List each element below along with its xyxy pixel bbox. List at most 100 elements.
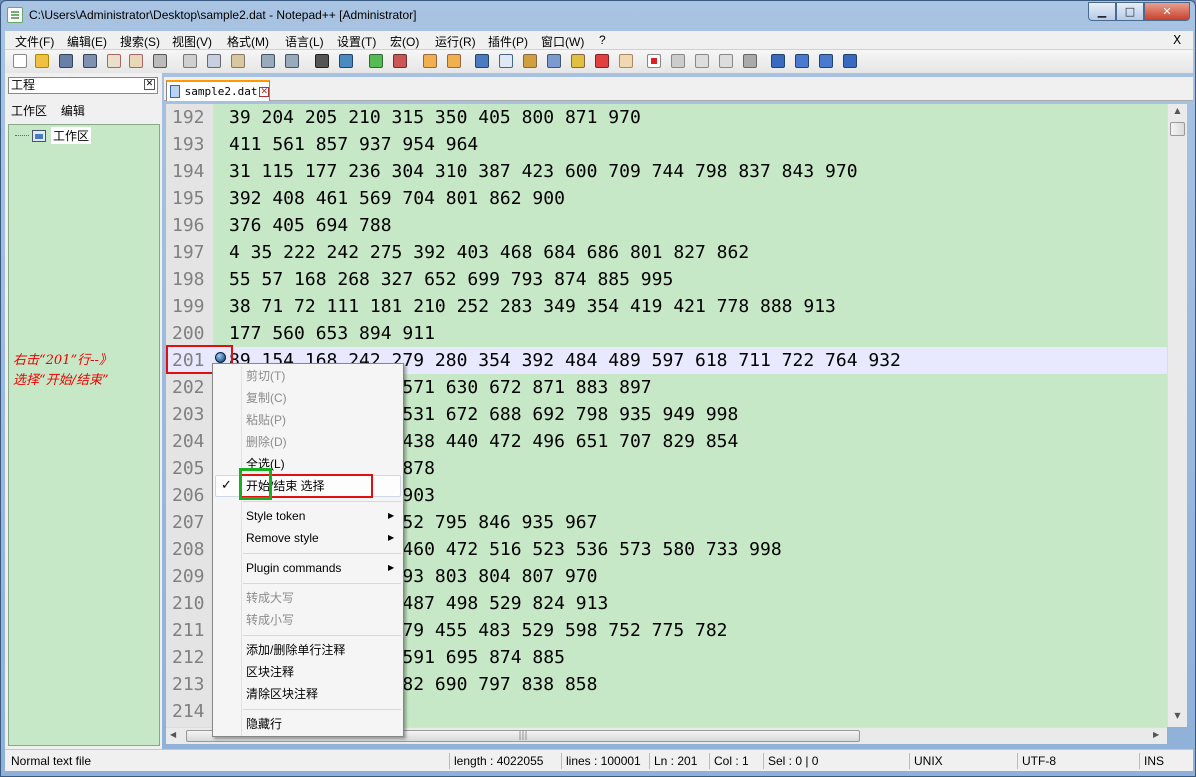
bookmark-next-icon[interactable]: [819, 54, 833, 68]
function-list-icon[interactable]: [595, 54, 609, 68]
record-macro-icon[interactable]: [647, 54, 661, 68]
scroll-left-arrow[interactable]: ◀: [170, 730, 176, 739]
menu-edit[interactable]: 编辑(E): [67, 33, 107, 50]
menu-settings[interactable]: 设置(T): [337, 33, 376, 50]
ctx-hide-lines[interactable]: 隐藏行: [246, 714, 282, 734]
save-macro-icon[interactable]: [743, 54, 757, 68]
line-number: 199: [166, 293, 213, 320]
ctx-toggle-comment[interactable]: 添加/删除单行注释: [246, 640, 345, 660]
close-panel-button[interactable]: ✕: [144, 79, 155, 90]
close-tab-icon[interactable]: ✕: [259, 86, 269, 97]
ctx-copy[interactable]: 复制(C): [246, 388, 287, 408]
editor-line[interactable]: 192 39 204 205 210 315 350 405 800 871 97…: [166, 104, 1167, 131]
vertical-scrollbar[interactable]: ▲ ▼: [1167, 104, 1187, 727]
title-bar[interactable]: C:\Users\Administrator\Desktop\sample2.d…: [1, 1, 1195, 31]
editor-line[interactable]: 200 177 560 653 894 911: [166, 320, 1167, 347]
menu-search[interactable]: 搜索(S): [120, 33, 160, 50]
workspace-menu[interactable]: 工作区: [11, 104, 47, 118]
folder-workspace-icon[interactable]: [619, 54, 633, 68]
status-encoding: UTF-8: [1017, 753, 1139, 769]
maximize-button[interactable]: □: [1116, 2, 1144, 21]
editor-line[interactable]: 196 376 405 694 788: [166, 212, 1167, 239]
notepad-app-icon: [7, 7, 23, 23]
editor-line[interactable]: 199 38 71 72 111 181 210 252 283 349 354 …: [166, 293, 1167, 320]
ctx-paste[interactable]: 粘贴(P): [246, 410, 286, 430]
bookmark-clear-icon[interactable]: [843, 54, 857, 68]
menu-bar: 文件(F) 编辑(E) 搜索(S) 视图(V) 格式(M) 语言(L) 设置(T…: [5, 31, 1193, 50]
menu-macro[interactable]: 宏(O): [390, 33, 419, 50]
line-number: 193: [166, 131, 213, 158]
menu-file[interactable]: 文件(F): [15, 33, 54, 50]
bookmark-prev-icon[interactable]: [795, 54, 809, 68]
doc-map-icon[interactable]: [571, 54, 585, 68]
run-multiple-icon[interactable]: [719, 54, 733, 68]
zoom-in-icon[interactable]: [369, 54, 383, 68]
editor-line[interactable]: 194 31 115 177 236 304 310 387 423 600 70…: [166, 158, 1167, 185]
menu-format[interactable]: 格式(M): [227, 33, 269, 50]
word-wrap-icon[interactable]: [475, 54, 489, 68]
ctx-clear-block-comment[interactable]: 清除区块注释: [246, 684, 318, 704]
ctx-block-comment[interactable]: 区块注释: [246, 662, 294, 682]
line-number: 212: [166, 644, 213, 671]
close-file-icon[interactable]: [107, 54, 121, 68]
bookmark-toggle-icon[interactable]: [771, 54, 785, 68]
vertical-scroll-thumb[interactable]: [1170, 122, 1185, 136]
ctx-uppercase[interactable]: 转成大写: [246, 588, 294, 608]
open-folder-icon[interactable]: [35, 54, 49, 68]
edit-menu[interactable]: 编辑: [61, 104, 85, 118]
workspace-icon: [32, 129, 46, 142]
editor-line[interactable]: 197 4 35 222 242 275 392 403 468 684 686 …: [166, 239, 1167, 266]
close-window-button[interactable]: ✕: [1144, 2, 1190, 21]
sync-horizontal-icon[interactable]: [447, 54, 461, 68]
menu-language[interactable]: 语言(L): [285, 33, 324, 50]
project-panel-header: 工程 ✕: [8, 77, 158, 94]
menu-run[interactable]: 运行(R): [435, 33, 476, 50]
line-number: 214: [166, 698, 213, 725]
menu-window[interactable]: 窗口(W): [541, 33, 584, 50]
close-all-icon[interactable]: [129, 54, 143, 68]
annotation-line-2: 选择“开始/结束”: [13, 373, 109, 388]
replace-icon[interactable]: [339, 54, 353, 68]
editor-line[interactable]: 193 411 561 857 937 954 964: [166, 131, 1167, 158]
project-panel-menu: 工作区 编辑: [11, 102, 95, 119]
workspace-tree[interactable]: 工作区: [8, 124, 160, 746]
scroll-down-arrow[interactable]: ▼: [1170, 711, 1185, 723]
close-document-x[interactable]: X: [1173, 33, 1181, 47]
user-lang-icon[interactable]: [547, 54, 561, 68]
save-all-icon[interactable]: [83, 54, 97, 68]
editor-line[interactable]: 195 392 408 461 569 704 801 862 900: [166, 185, 1167, 212]
show-all-chars-icon[interactable]: [499, 54, 513, 68]
line-text: 31 115 177 236 304 310 387 423 600 709 7…: [229, 161, 858, 182]
sync-vertical-icon[interactable]: [423, 54, 437, 68]
paste-icon[interactable]: [231, 54, 245, 68]
tab-sample2-dat[interactable]: sample2.dat ✕: [166, 80, 270, 101]
project-panel: 工程 ✕ 工作区 编辑 工作区: [5, 73, 162, 749]
ctx-remove-style[interactable]: Remove style ▶: [246, 528, 400, 548]
ctx-delete[interactable]: 删除(D): [246, 432, 287, 452]
redo-icon[interactable]: [285, 54, 299, 68]
tree-item-workspace[interactable]: 工作区: [15, 127, 92, 144]
ctx-plugin-commands[interactable]: Plugin commands ▶: [246, 558, 400, 578]
ctx-cut[interactable]: 剪切(T): [246, 366, 285, 386]
ctx-lowercase[interactable]: 转成小写: [246, 610, 294, 630]
undo-icon[interactable]: [261, 54, 275, 68]
scroll-up-arrow[interactable]: ▲: [1170, 106, 1185, 118]
indent-guide-icon[interactable]: [523, 54, 537, 68]
menu-help[interactable]: ?: [599, 33, 606, 47]
save-icon[interactable]: [59, 54, 73, 68]
playback-icon[interactable]: [695, 54, 709, 68]
submenu-arrow-icon: ▶: [388, 563, 395, 572]
scroll-right-arrow[interactable]: ▶: [1153, 730, 1159, 739]
print-icon[interactable]: [153, 54, 167, 68]
zoom-out-icon[interactable]: [393, 54, 407, 68]
new-file-icon[interactable]: [13, 54, 27, 68]
menu-plugins[interactable]: 插件(P): [488, 33, 528, 50]
minimize-button[interactable]: ▁: [1088, 2, 1116, 21]
find-icon[interactable]: [315, 54, 329, 68]
copy-icon[interactable]: [207, 54, 221, 68]
ctx-style-token[interactable]: Style token ▶: [246, 506, 400, 526]
menu-view[interactable]: 视图(V): [172, 33, 212, 50]
cut-icon[interactable]: [183, 54, 197, 68]
stop-record-icon[interactable]: [671, 54, 685, 68]
editor-line[interactable]: 198 55 57 168 268 327 652 699 793 874 885…: [166, 266, 1167, 293]
